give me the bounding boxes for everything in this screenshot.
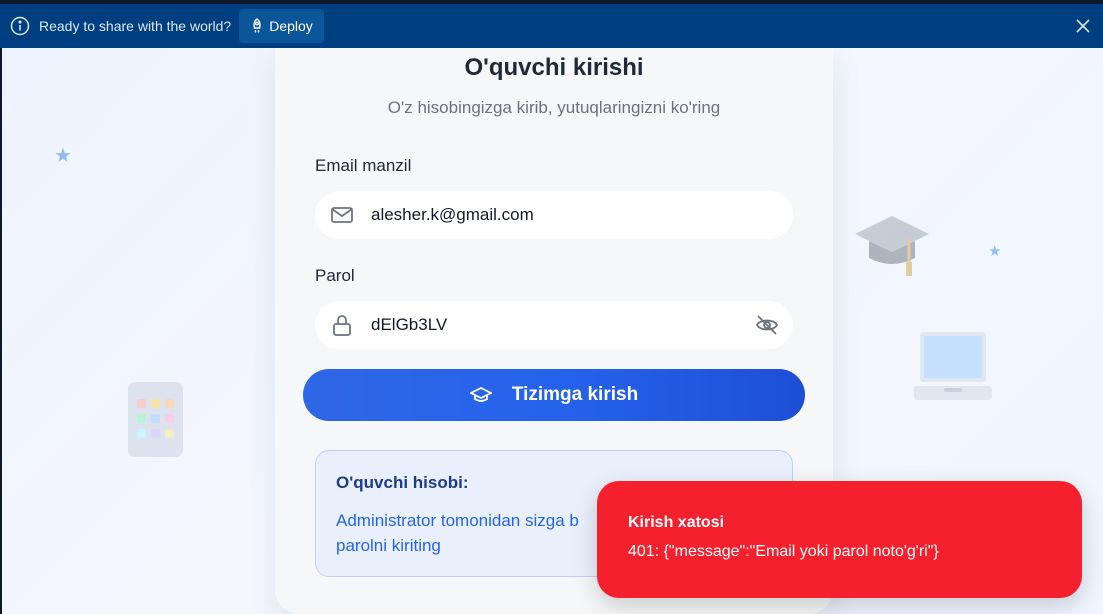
- toast-message: 401: {"message":"Email yoki parol noto'g…: [628, 543, 939, 560]
- close-icon[interactable]: [1075, 18, 1091, 34]
- login-title: O'quvchi kirishi: [464, 54, 644, 81]
- tablet-icon: [128, 382, 183, 457]
- login-subtitle: O'z hisobingizga kirib, yutuqlaringizni …: [387, 98, 721, 117]
- email-label: Email manzil: [315, 156, 412, 175]
- graduation-cap-icon: [853, 214, 931, 284]
- deploy-label: Deploy: [269, 18, 313, 34]
- star-icon: ★: [988, 243, 1002, 260]
- lock-icon: [330, 313, 354, 337]
- star-icon: ★: [54, 145, 72, 167]
- graduation-cap-icon: [469, 386, 492, 404]
- email-value: alesher.k@gmail.com: [371, 205, 534, 224]
- rocket-icon: [250, 18, 264, 34]
- error-toast[interactable]: Kirish xatosi 401: {"message":"Email yok…: [597, 481, 1082, 598]
- deploy-button[interactable]: Deploy: [239, 9, 324, 43]
- password-field[interactable]: dElGb3LV: [315, 301, 793, 349]
- submit-button[interactable]: Tizimga kirish: [303, 369, 805, 421]
- toast-title: Kirish xatosi: [628, 514, 725, 531]
- submit-label: Tizimga kirish: [511, 384, 639, 405]
- mail-icon: [330, 203, 354, 227]
- password-value: dElGb3LV: [371, 315, 448, 334]
- info-icon: [10, 16, 30, 36]
- deploy-banner: Ready to share with the world? Deploy: [0, 4, 1103, 48]
- email-field[interactable]: alesher.k@gmail.com: [315, 191, 793, 239]
- password-label: Parol: [315, 266, 355, 285]
- banner-message: Ready to share with the world?: [39, 18, 232, 34]
- laptop-icon: [914, 330, 992, 410]
- eye-off-icon[interactable]: [755, 313, 779, 337]
